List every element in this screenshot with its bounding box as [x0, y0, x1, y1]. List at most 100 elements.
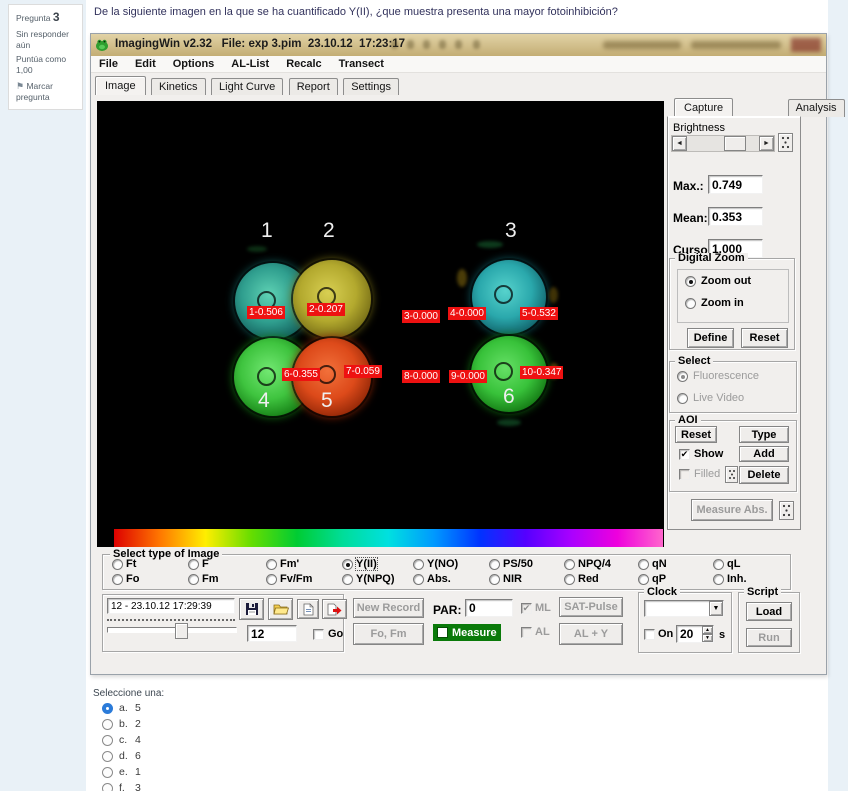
radio-ynpq[interactable] — [342, 574, 353, 585]
radio-qn-label: qN — [652, 558, 667, 570]
radio-qn[interactable] — [638, 559, 649, 570]
zoom-out-radio[interactable] — [685, 276, 696, 287]
menu-edit[interactable]: Edit — [135, 58, 156, 70]
menu-transect[interactable]: Transect — [339, 58, 384, 70]
spin-up-button[interactable]: ▲ — [702, 626, 713, 634]
scroll-left-button[interactable]: ◄ — [672, 136, 687, 151]
script-run-button: Run — [746, 628, 792, 647]
record-slider[interactable] — [107, 627, 237, 633]
open-file-button[interactable] — [268, 598, 293, 620]
zoom-in-radio[interactable] — [685, 298, 696, 309]
measure-abs-button: Measure Abs. — [691, 499, 773, 521]
menu-file[interactable]: File — [99, 58, 118, 70]
menu-al-list[interactable]: AL-List — [231, 58, 269, 70]
radio-red[interactable] — [564, 574, 575, 585]
menu-recalc[interactable]: Recalc — [286, 58, 321, 70]
mean-value-field[interactable]: 0.353 — [708, 207, 763, 226]
tab-light-curve[interactable]: Light Curve — [211, 78, 283, 96]
answer-radio-d[interactable] — [102, 751, 113, 762]
debris — [457, 269, 467, 287]
radio-ft[interactable] — [112, 559, 123, 570]
tab-settings[interactable]: Settings — [343, 78, 399, 96]
aoi-value-label: 9-0.000 — [449, 370, 487, 383]
radio-ps50[interactable] — [489, 559, 500, 570]
measure-label: Measure — [452, 627, 497, 639]
clock-on-checkbox[interactable] — [644, 629, 655, 640]
radio-npq4[interactable] — [564, 559, 575, 570]
dice-icon[interactable] — [779, 501, 794, 520]
tab-kinetics[interactable]: Kinetics — [151, 78, 206, 96]
radio-ql[interactable] — [713, 559, 724, 570]
answer-radio-c[interactable] — [102, 735, 113, 746]
aoi-type-button[interactable]: Type — [739, 426, 789, 443]
aoi-reset-button[interactable]: Reset — [675, 426, 717, 443]
blurred-taskbar-icon — [391, 40, 398, 49]
aoi-circle — [257, 367, 276, 386]
radio-qp[interactable] — [638, 574, 649, 585]
main-tab-strip: Image Kinetics Light Curve Report Settin… — [91, 73, 826, 95]
radio-yii[interactable] — [342, 559, 353, 570]
go-checkbox[interactable] — [313, 629, 324, 640]
tab-image[interactable]: Image — [95, 76, 146, 96]
answer-text: 1 — [135, 766, 141, 778]
clock-dropdown-arrow[interactable]: ▼ — [709, 601, 723, 616]
save-button[interactable] — [239, 598, 264, 620]
aoi-circle — [494, 362, 513, 381]
new-document-button[interactable] — [297, 599, 319, 619]
window-titlebar[interactable]: ImagingWin v2.32 File: exp 3.pim 23.10.1… — [91, 34, 826, 56]
menu-options[interactable]: Options — [173, 58, 215, 70]
question-label: Pregunta — [16, 13, 51, 23]
ml-label: ML — [535, 602, 551, 614]
aoi-circle — [494, 285, 513, 304]
radio-inh[interactable] — [713, 574, 724, 585]
select-group — [669, 361, 797, 413]
answer-text: 2 — [135, 718, 141, 730]
select-group-title: Select — [675, 356, 713, 367]
show-checkbox[interactable]: ✔ — [679, 449, 690, 460]
radio-fm-prime[interactable] — [266, 559, 277, 570]
radio-abs-label: Abs. — [427, 573, 451, 585]
answer-radio-a[interactable] — [102, 703, 113, 714]
answer-radio-e[interactable] — [102, 767, 113, 778]
record-number-field[interactable]: 12 — [247, 625, 297, 642]
tab-capture[interactable]: Capture — [674, 98, 733, 118]
answer-radio-b[interactable] — [102, 719, 113, 730]
question-points: Puntúa como 1,00 — [16, 54, 79, 75]
flag-question-link[interactable]: ⚑ Marcar pregunta — [16, 81, 79, 103]
scroll-right-button[interactable]: ► — [759, 136, 774, 151]
blurred-taskbar-icon — [407, 40, 414, 49]
answer-text: 6 — [135, 750, 141, 762]
dice-icon[interactable] — [778, 133, 793, 152]
measure-toggle[interactable]: Measure — [433, 624, 501, 641]
brightness-label: Brightness — [673, 122, 725, 134]
record-field[interactable]: 12 - 23.10.12 17:29:39 — [107, 598, 235, 614]
brightness-thumb[interactable] — [724, 136, 746, 151]
script-load-button[interactable]: Load — [746, 602, 792, 621]
radio-nir[interactable] — [489, 574, 500, 585]
radio-fvfm-label: Fv/Fm — [280, 573, 312, 585]
blurred-taskbar-icon — [455, 40, 462, 49]
aoi-add-button[interactable]: Add — [739, 446, 789, 462]
par-field[interactable]: 0 — [465, 599, 513, 617]
radio-abs[interactable] — [413, 574, 424, 585]
clock-spinner[interactable]: ▲ ▼ — [702, 626, 713, 642]
radio-fo[interactable] — [112, 574, 123, 585]
spin-down-button[interactable]: ▼ — [702, 634, 713, 642]
radio-yno[interactable] — [413, 559, 424, 570]
brightness-scrollbar[interactable]: ◄ ► — [671, 135, 775, 152]
define-button[interactable]: Define — [687, 328, 734, 348]
answer-radio-f[interactable] — [102, 783, 113, 791]
tab-analysis[interactable]: Analysis — [788, 99, 845, 117]
radio-ynpq-label: Y(NPQ) — [356, 573, 395, 585]
record-slider-thumb[interactable] — [175, 623, 188, 639]
radio-qp-label: qP — [652, 573, 666, 585]
dice-icon[interactable] — [725, 466, 738, 483]
aoi-delete-button[interactable]: Delete — [739, 466, 789, 484]
zoom-reset-button[interactable]: Reset — [741, 328, 788, 348]
export-button[interactable] — [322, 599, 347, 619]
radio-fm[interactable] — [188, 574, 199, 585]
radio-fvfm[interactable] — [266, 574, 277, 585]
max-value-field[interactable]: 0.749 — [708, 175, 763, 194]
radio-f[interactable] — [188, 559, 199, 570]
tab-report[interactable]: Report — [289, 78, 338, 96]
